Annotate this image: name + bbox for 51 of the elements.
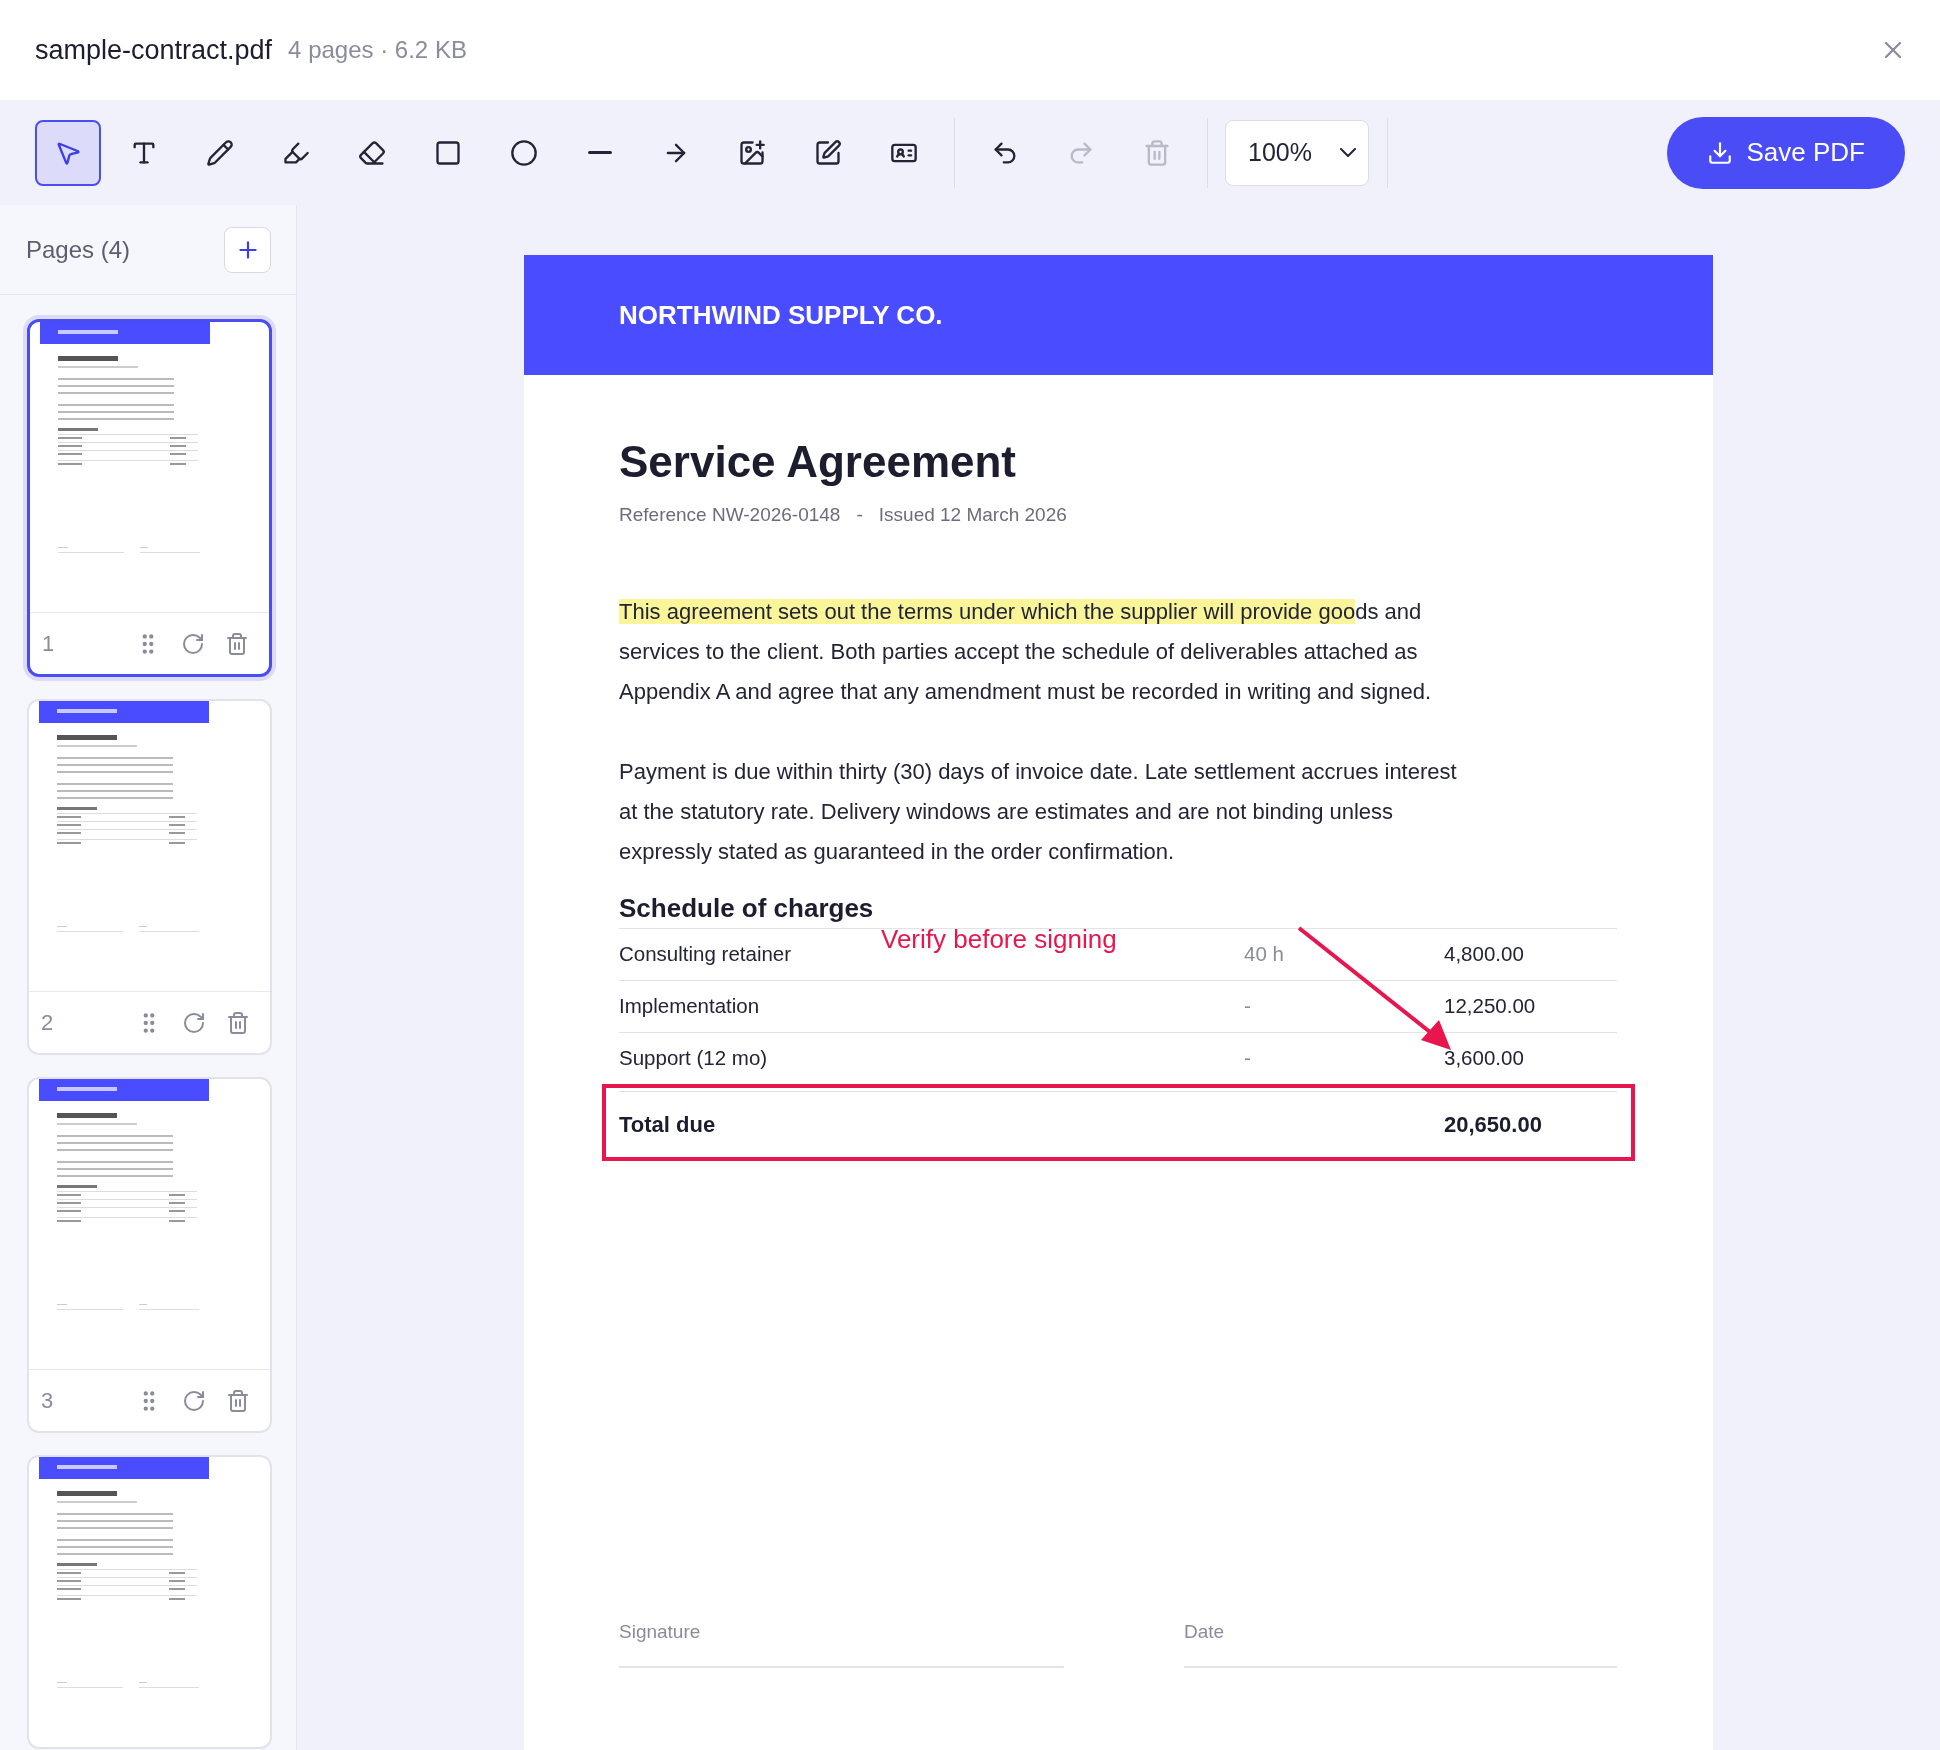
file-info: 4 pages · 6.2 KB [288,35,467,65]
signature-label: Signature [619,1620,701,1642]
document-title: Service Agreement [619,436,1017,488]
trash-icon[interactable] [226,1010,250,1035]
total-label: Total due [619,1110,717,1139]
body-paragraph: This agreement sets out the terms under which the supplier will provide goods and services to the client. Both parties accept the schedule of deliverables attached as Appendix A and agree that any amendment must be recorded in writing and signed. [619,597,1433,706]
rotate-icon[interactable] [182,1388,206,1413]
square-icon [434,138,462,167]
charge-amount: 3,600.00 [1444,1044,1525,1071]
company-name: NORTHWIND SUPPLY CO. [619,298,943,332]
reference-number: Reference NW-2026-0148 [619,503,841,527]
charge-description: Support (12 mo) [619,1044,768,1071]
charge-description: Implementation [619,992,760,1019]
charge-amount: 12,250.00 [1444,992,1537,1019]
page-number: 2 [41,1009,54,1037]
image-add-icon [738,138,766,167]
charge-amount: 4,800.00 [1444,940,1525,967]
trash-icon [1143,138,1171,167]
line-icon [588,151,612,154]
total-amount: 20,650.00 [1444,1110,1543,1139]
body-paragraph: Payment is due within thirty (30) days of invoice date. Late settlement accrues interest at the statutory rate. Delivery windows are estimates and are not binding unless expressly stated as guaranteed in the order confirmation. [619,757,1458,866]
charge-quantity: - [1244,1044,1252,1071]
circle-icon [510,138,538,167]
page-card[interactable]: 3 [27,1077,272,1433]
select-tool-button[interactable] [35,119,101,186]
page-card[interactable]: 2 [27,699,272,1055]
signature-label: Date [1184,1620,1225,1642]
pages-heading: Pages (4) [26,234,131,265]
edit-icon [814,138,842,167]
trash-icon[interactable] [225,631,249,656]
rotate-icon[interactable] [181,631,205,656]
schedule-heading: Schedule of charges [619,891,875,925]
annotation-note: Verify before signing [881,923,1117,954]
download-icon [1706,139,1733,166]
trash-icon[interactable] [226,1388,250,1413]
charge-quantity: - [1244,992,1252,1019]
rotate-icon[interactable] [182,1010,206,1035]
issue-date: Issued 12 March 2026 [878,503,1067,527]
file-name: sample-contract.pdf [35,33,273,67]
page-number: 3 [41,1387,54,1415]
pencil-icon [206,138,234,167]
page-card[interactable] [27,1455,272,1749]
zoom-select[interactable]: 100% [1225,119,1369,186]
eraser-icon [358,138,386,167]
add-page-button[interactable] [224,226,271,273]
page-number: 1 [42,630,55,658]
charge-description: Consulting retainer [619,940,792,967]
separator-dash: - [856,503,863,527]
save-pdf-button[interactable]: Save PDF [1666,116,1905,189]
chevron-down-icon [1340,148,1356,157]
charge-quantity: 40 h [1244,940,1285,967]
